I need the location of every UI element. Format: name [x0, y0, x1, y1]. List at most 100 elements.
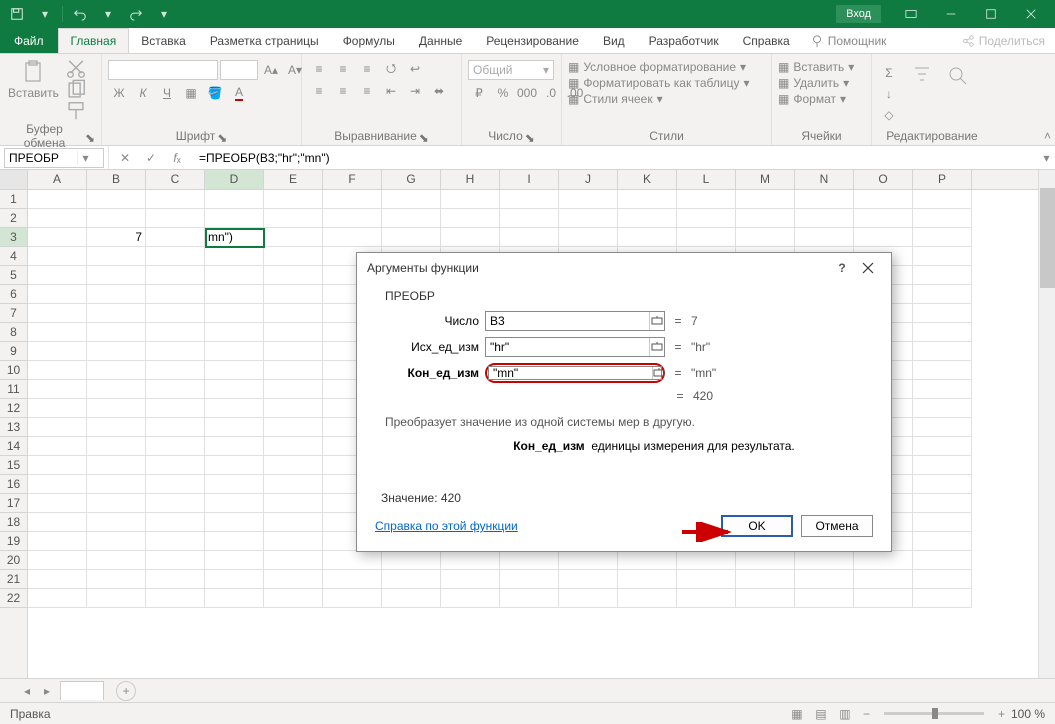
- row-header[interactable]: 3: [0, 228, 27, 247]
- cell[interactable]: [913, 323, 972, 342]
- cell[interactable]: [146, 361, 205, 380]
- row-header[interactable]: 20: [0, 551, 27, 570]
- cell[interactable]: [323, 551, 382, 570]
- border-icon[interactable]: ▦: [180, 84, 202, 102]
- tell-me[interactable]: Помощник: [802, 28, 895, 53]
- cell[interactable]: [913, 456, 972, 475]
- cell[interactable]: [264, 266, 323, 285]
- cell[interactable]: [205, 399, 264, 418]
- cell[interactable]: [913, 304, 972, 323]
- cell[interactable]: [205, 532, 264, 551]
- indent-inc-icon[interactable]: ⇥: [404, 82, 426, 100]
- cell[interactable]: [146, 380, 205, 399]
- cut-icon[interactable]: [65, 60, 87, 78]
- select-all-corner[interactable]: [0, 170, 28, 189]
- cell[interactable]: [28, 361, 87, 380]
- cell[interactable]: [146, 589, 205, 608]
- align-bottom-icon[interactable]: ≡: [356, 60, 378, 78]
- cell[interactable]: [87, 532, 146, 551]
- cell[interactable]: [28, 285, 87, 304]
- cell[interactable]: [28, 323, 87, 342]
- cell[interactable]: [441, 551, 500, 570]
- page-break-view-icon[interactable]: ▥: [833, 705, 857, 723]
- row-header[interactable]: 7: [0, 304, 27, 323]
- column-header[interactable]: G: [382, 170, 441, 189]
- cell[interactable]: [854, 209, 913, 228]
- tab-developer[interactable]: Разработчик: [637, 28, 731, 53]
- cell[interactable]: [500, 209, 559, 228]
- cell[interactable]: [205, 361, 264, 380]
- enter-formula-icon[interactable]: ✓: [139, 148, 163, 168]
- cell[interactable]: [146, 570, 205, 589]
- name-box-input[interactable]: [5, 151, 77, 165]
- cell[interactable]: [913, 228, 972, 247]
- cell[interactable]: [618, 570, 677, 589]
- cell[interactable]: [205, 418, 264, 437]
- cell[interactable]: [500, 190, 559, 209]
- column-header[interactable]: N: [795, 170, 854, 189]
- column-header[interactable]: E: [264, 170, 323, 189]
- cell[interactable]: [264, 228, 323, 247]
- cell[interactable]: [205, 304, 264, 323]
- cell[interactable]: [28, 342, 87, 361]
- cell[interactable]: [205, 323, 264, 342]
- zoom-slider[interactable]: [884, 712, 984, 715]
- minimize-icon[interactable]: [931, 0, 971, 28]
- login-button[interactable]: Вход: [836, 5, 881, 23]
- cell[interactable]: [205, 570, 264, 589]
- cell[interactable]: [28, 589, 87, 608]
- align-middle-icon[interactable]: ≡: [332, 60, 354, 78]
- cell[interactable]: [87, 475, 146, 494]
- row-header[interactable]: 5: [0, 266, 27, 285]
- align-center-icon[interactable]: ≡: [332, 82, 354, 100]
- cell[interactable]: [913, 247, 972, 266]
- cell[interactable]: [205, 209, 264, 228]
- tab-formulas[interactable]: Формулы: [331, 28, 407, 53]
- cell[interactable]: [854, 589, 913, 608]
- cell[interactable]: [87, 551, 146, 570]
- cell[interactable]: [795, 570, 854, 589]
- cell[interactable]: [28, 190, 87, 209]
- cell[interactable]: [264, 418, 323, 437]
- cell[interactable]: [618, 209, 677, 228]
- cancel-button[interactable]: Отмена: [801, 515, 873, 537]
- column-header[interactable]: O: [854, 170, 913, 189]
- cell[interactable]: [441, 209, 500, 228]
- cell[interactable]: [677, 589, 736, 608]
- cell[interactable]: [28, 380, 87, 399]
- cell[interactable]: [28, 247, 87, 266]
- cell[interactable]: [559, 551, 618, 570]
- formula-input[interactable]: [193, 151, 1038, 165]
- row-header[interactable]: 8: [0, 323, 27, 342]
- cell[interactable]: [441, 228, 500, 247]
- font-color-icon[interactable]: A: [228, 84, 250, 102]
- column-header[interactable]: M: [736, 170, 795, 189]
- cell[interactable]: [913, 418, 972, 437]
- vertical-scrollbar[interactable]: [1038, 170, 1055, 678]
- indent-dec-icon[interactable]: ⇤: [380, 82, 402, 100]
- cell[interactable]: [559, 228, 618, 247]
- cell[interactable]: [146, 342, 205, 361]
- cell[interactable]: [382, 589, 441, 608]
- bold-icon[interactable]: Ж: [108, 84, 130, 102]
- cell[interactable]: [736, 190, 795, 209]
- row-header[interactable]: 13: [0, 418, 27, 437]
- ribbon-display-icon[interactable]: [891, 0, 931, 28]
- cell[interactable]: [264, 494, 323, 513]
- launcher-icon[interactable]: ⬊: [85, 131, 95, 141]
- zoom-level[interactable]: 100 %: [1011, 707, 1045, 721]
- column-header[interactable]: C: [146, 170, 205, 189]
- merge-icon[interactable]: ⬌: [428, 82, 450, 100]
- paste-button[interactable]: Вставить: [6, 56, 61, 104]
- cell[interactable]: [913, 190, 972, 209]
- cell[interactable]: [205, 475, 264, 494]
- cell[interactable]: [87, 399, 146, 418]
- cell[interactable]: mn"): [205, 228, 264, 247]
- cell[interactable]: [87, 418, 146, 437]
- cell[interactable]: [913, 399, 972, 418]
- cell[interactable]: [205, 551, 264, 570]
- launcher-icon[interactable]: ⬊: [525, 131, 535, 141]
- row-header[interactable]: 2: [0, 209, 27, 228]
- cell[interactable]: [677, 570, 736, 589]
- cell[interactable]: [618, 190, 677, 209]
